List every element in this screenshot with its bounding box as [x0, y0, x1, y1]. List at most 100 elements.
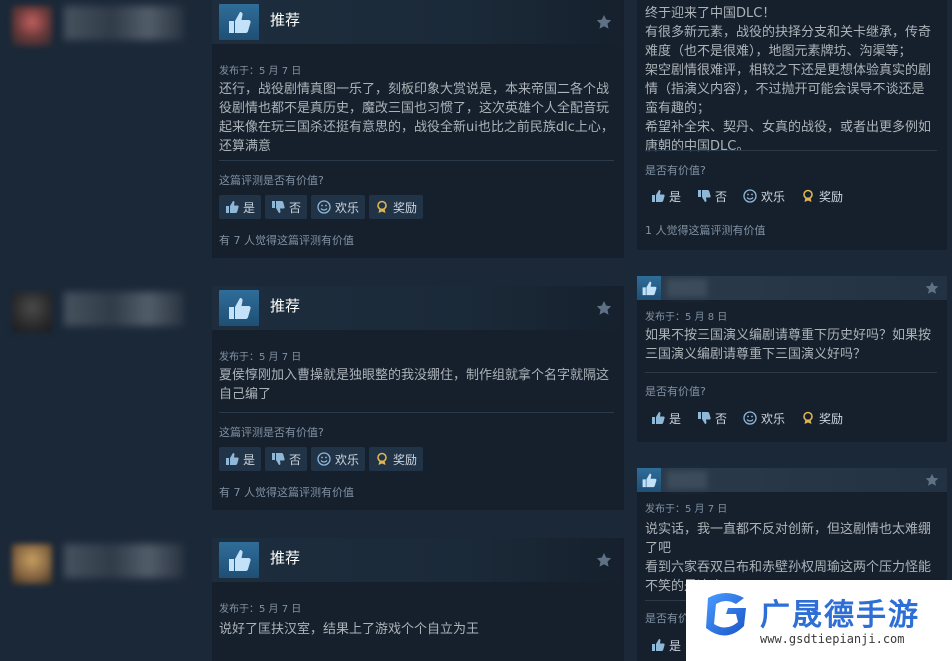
recommended-label: 推荐 — [270, 11, 301, 29]
award-medal-icon — [803, 411, 813, 424]
vote-yes-button[interactable]: 是 — [219, 195, 262, 219]
brand-logo-icon — [706, 593, 746, 636]
avatar[interactable] — [12, 544, 52, 584]
divider — [219, 412, 614, 413]
smiley-icon — [317, 200, 331, 214]
award-label: 奖励 — [393, 452, 418, 467]
avatar[interactable] — [12, 292, 52, 332]
award-button[interactable]: 奖励 — [795, 184, 849, 208]
vote-yes-button[interactable]: 是 — [645, 406, 687, 430]
reviewer-name[interactable] — [64, 6, 184, 40]
watermark: 广晟德手游 www.gsdtiepianji.com — [686, 580, 952, 661]
award-star-icon[interactable] — [596, 552, 612, 568]
vote-row: 是 否 欢乐 奖励 — [645, 184, 849, 208]
award-button[interactable]: 奖励 — [795, 406, 849, 430]
reviewer-3[interactable] — [6, 538, 206, 590]
vote-no-button[interactable]: 否 — [691, 406, 733, 430]
helpful-count: 有 7 人觉得这篇评测有价值 — [219, 486, 354, 499]
vote-funny-button[interactable]: 欢乐 — [737, 184, 791, 208]
vote-row: 是 否 欢乐 奖励 — [645, 406, 849, 430]
review-header: 推荐 — [212, 538, 624, 582]
divider — [645, 150, 937, 151]
vote-yes-label: 是 — [243, 452, 256, 467]
review-text: 还行，战役剧情真图一乐了，刻板印象大赏说是，本来帝国二各个战役剧情也都不是真历史… — [219, 82, 614, 154]
vote-no-label: 否 — [289, 200, 302, 215]
award-button[interactable]: 奖励 — [369, 447, 424, 471]
thumbs-up-icon — [219, 290, 259, 326]
reviewer-name[interactable] — [667, 471, 707, 489]
helpful-question: 这篇评测是否有价值? — [219, 426, 324, 439]
vote-no-label: 否 — [715, 411, 728, 426]
recommended-label: 推荐 — [270, 549, 301, 567]
posted-date: 发布于：5 月 8 日 — [645, 312, 728, 323]
reviewer-2[interactable] — [6, 286, 206, 338]
reviewer-name[interactable] — [667, 279, 707, 297]
award-button[interactable]: 奖励 — [369, 195, 424, 219]
review-2: 推荐 发布于：5 月 7 日 夏侯惇刚加入曹操就是独眼整的我没绷住，制作组就拿个… — [0, 286, 630, 514]
vote-funny-label: 欢乐 — [335, 452, 360, 467]
review-card: 推荐 发布于：5 月 7 日 说好了匡扶汉室，结果上了游戏个个自立为王 — [212, 538, 624, 661]
helpful-question: 这篇评测是否有价值? — [219, 174, 324, 187]
vote-no-label: 否 — [289, 452, 302, 467]
vote-funny-button[interactable]: 欢乐 — [311, 195, 366, 219]
vote-yes-label: 是 — [669, 411, 682, 426]
review-card: 推荐 发布于：5 月 7 日 还行，战役剧情真图一乐了，刻板印象大赏说是，本来帝… — [212, 0, 624, 258]
posted-date: 发布于：5 月 7 日 — [219, 352, 302, 363]
thumbs-down-icon — [698, 190, 711, 202]
thumbs-up-icon — [652, 412, 665, 424]
vote-yes-button[interactable]: 是 — [645, 184, 687, 208]
award-medal-icon — [377, 200, 387, 213]
vote-no-button[interactable]: 否 — [691, 184, 733, 208]
vote-yes-button[interactable]: 是 — [219, 447, 262, 471]
vote-funny-label: 欢乐 — [335, 200, 360, 215]
thumbs-up-icon — [652, 639, 665, 651]
thumbs-up-icon — [226, 453, 239, 465]
review-header: 推荐 — [212, 286, 624, 330]
divider — [219, 160, 614, 161]
award-star-icon[interactable] — [596, 300, 612, 316]
thumbs-up-icon — [652, 190, 665, 202]
thumbs-up-icon — [219, 4, 259, 40]
thumbs-up-icon — [226, 201, 239, 213]
award-star-icon[interactable] — [925, 473, 939, 487]
vote-row: 是 — [645, 633, 687, 657]
vote-yes-label: 是 — [669, 638, 682, 653]
review-header — [637, 276, 947, 300]
posted-date: 发布于：5 月 7 日 — [219, 604, 302, 615]
thumbs-up-icon — [219, 542, 259, 578]
watermark-title: 广晟德手游 — [760, 598, 920, 633]
thumbs-down-icon — [272, 453, 285, 465]
thumbs-up-icon — [637, 276, 661, 300]
award-star-icon[interactable] — [596, 14, 612, 30]
review-text: 如果不按三国演义编剧请尊重下历史好吗？如果按三国演义编剧请尊重下三国演义好吗？ — [645, 328, 932, 362]
vote-funny-label: 欢乐 — [761, 411, 786, 426]
helpful-count: 1 人觉得这篇评测有价值 — [645, 224, 766, 237]
review-text: 夏侯惇刚加入曹操就是独眼整的我没绷住，制作组就拿个名字就隔这自己编了 — [219, 368, 610, 402]
watermark-url: www.gsdtiepianji.com — [760, 632, 905, 646]
posted-date: 发布于：5 月 7 日 — [645, 504, 728, 515]
reviewer-1[interactable] — [6, 0, 206, 52]
award-star-icon[interactable] — [925, 281, 939, 295]
smiley-icon — [743, 189, 757, 203]
vote-yes-label: 是 — [669, 189, 682, 204]
vote-no-button[interactable]: 否 — [265, 447, 308, 471]
review-header: 推荐 — [212, 0, 624, 44]
vote-yes-button[interactable]: 是 — [645, 633, 687, 657]
reviewer-name[interactable] — [64, 544, 184, 578]
vote-no-button[interactable]: 否 — [265, 195, 308, 219]
award-label: 奖励 — [393, 200, 418, 215]
divider — [645, 372, 937, 373]
award-label: 奖励 — [819, 189, 844, 204]
avatar[interactable] — [12, 6, 52, 46]
smiley-icon — [743, 411, 757, 425]
review-text: 终于迎来了中国DLC！ 有很多新元素，战役的抉择分支和关卡继承，传奇难度（也不是… — [645, 6, 932, 154]
vote-funny-button[interactable]: 欢乐 — [311, 447, 366, 471]
award-medal-icon — [377, 452, 387, 465]
review-3: 推荐 发布于：5 月 7 日 说好了匡扶汉室，结果上了游戏个个自立为王 — [0, 538, 630, 661]
recommended-label: 推荐 — [270, 297, 301, 315]
vote-funny-button[interactable]: 欢乐 — [737, 406, 791, 430]
review-text: 说好了匡扶汉室，结果上了游戏个个自立为王 — [219, 622, 480, 637]
helpful-count: 有 7 人觉得这篇评测有价值 — [219, 234, 354, 247]
reviewer-name[interactable] — [64, 292, 184, 326]
review-header — [637, 468, 947, 492]
